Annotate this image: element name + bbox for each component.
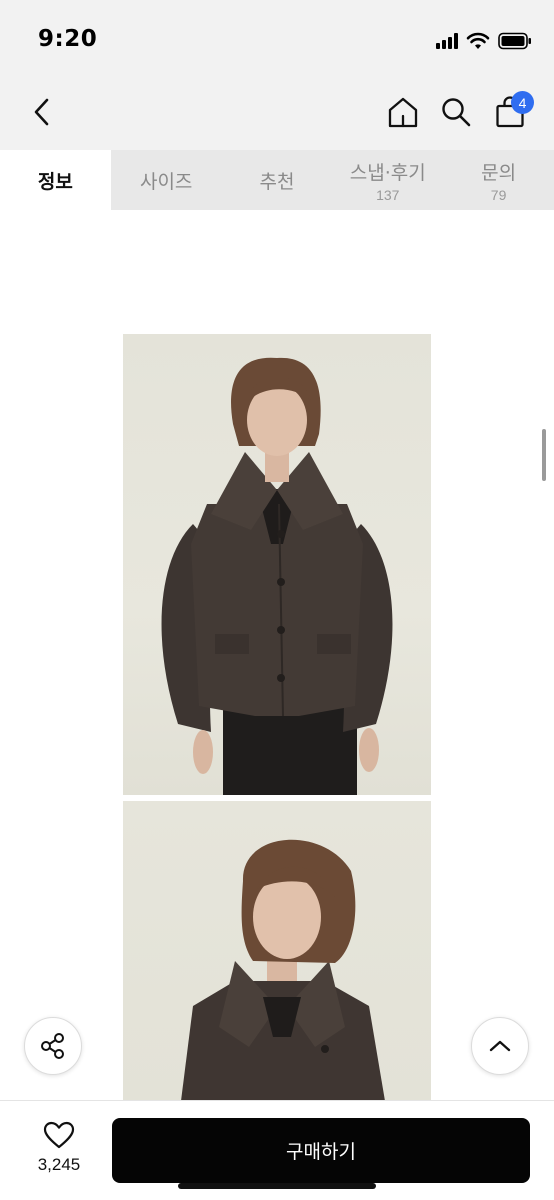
- tab-label: 추천: [259, 170, 295, 193]
- product-detail-content[interactable]: [0, 210, 554, 1100]
- share-button[interactable]: [24, 1017, 82, 1075]
- tab-bar: 정보 사이즈 추천 스냅·후기 137 문의 79: [0, 150, 554, 210]
- home-icon: [388, 97, 418, 128]
- tab-label: 정보: [37, 170, 73, 193]
- battery-icon: [498, 32, 531, 50]
- model-jacket-portrait-illustration: [181, 839, 385, 1100]
- tab-label: 사이즈: [139, 170, 193, 193]
- cart-badge: 4: [511, 91, 534, 114]
- status-bar: 9:20: [0, 0, 554, 80]
- share-icon: [41, 1033, 64, 1059]
- like-button[interactable]: 3,245: [22, 1121, 96, 1181]
- tab-recommend[interactable]: 추천: [222, 150, 333, 210]
- wifi-icon: [466, 32, 490, 49]
- tab-snap-review[interactable]: 스냅·후기 137: [332, 150, 443, 210]
- back-chevron-icon: [34, 98, 49, 126]
- tab-count: 79: [490, 186, 507, 203]
- nav-bar: 4: [0, 80, 554, 150]
- cart-button[interactable]: 4: [492, 91, 534, 130]
- status-icons: [436, 30, 532, 52]
- model-jacket-front-illustration: [161, 357, 393, 795]
- heart-icon: [43, 1121, 75, 1149]
- tab-label: 문의: [481, 161, 517, 184]
- search-button[interactable]: [438, 94, 474, 130]
- home-indicator: [178, 1183, 376, 1189]
- tab-info[interactable]: 정보: [0, 150, 111, 210]
- back-button[interactable]: [24, 94, 60, 130]
- product-photo-front: [123, 334, 431, 795]
- tab-count: 137: [376, 186, 400, 203]
- home-button[interactable]: [385, 94, 421, 130]
- status-time: 9:20: [38, 26, 98, 52]
- signal-icon: [436, 33, 458, 49]
- scrollbar[interactable]: [542, 429, 546, 481]
- tab-size[interactable]: 사이즈: [111, 150, 222, 210]
- scroll-to-top-icon: [489, 1040, 511, 1052]
- like-count: 3,245: [37, 1155, 81, 1174]
- scroll-to-top-button[interactable]: [471, 1017, 529, 1075]
- product-photo-portrait: [123, 801, 431, 1100]
- search-icon: [442, 98, 471, 127]
- tab-label: 스냅·후기: [349, 161, 426, 184]
- tab-inquiry[interactable]: 문의 79: [443, 150, 554, 210]
- buy-button[interactable]: 구매하기: [112, 1118, 530, 1183]
